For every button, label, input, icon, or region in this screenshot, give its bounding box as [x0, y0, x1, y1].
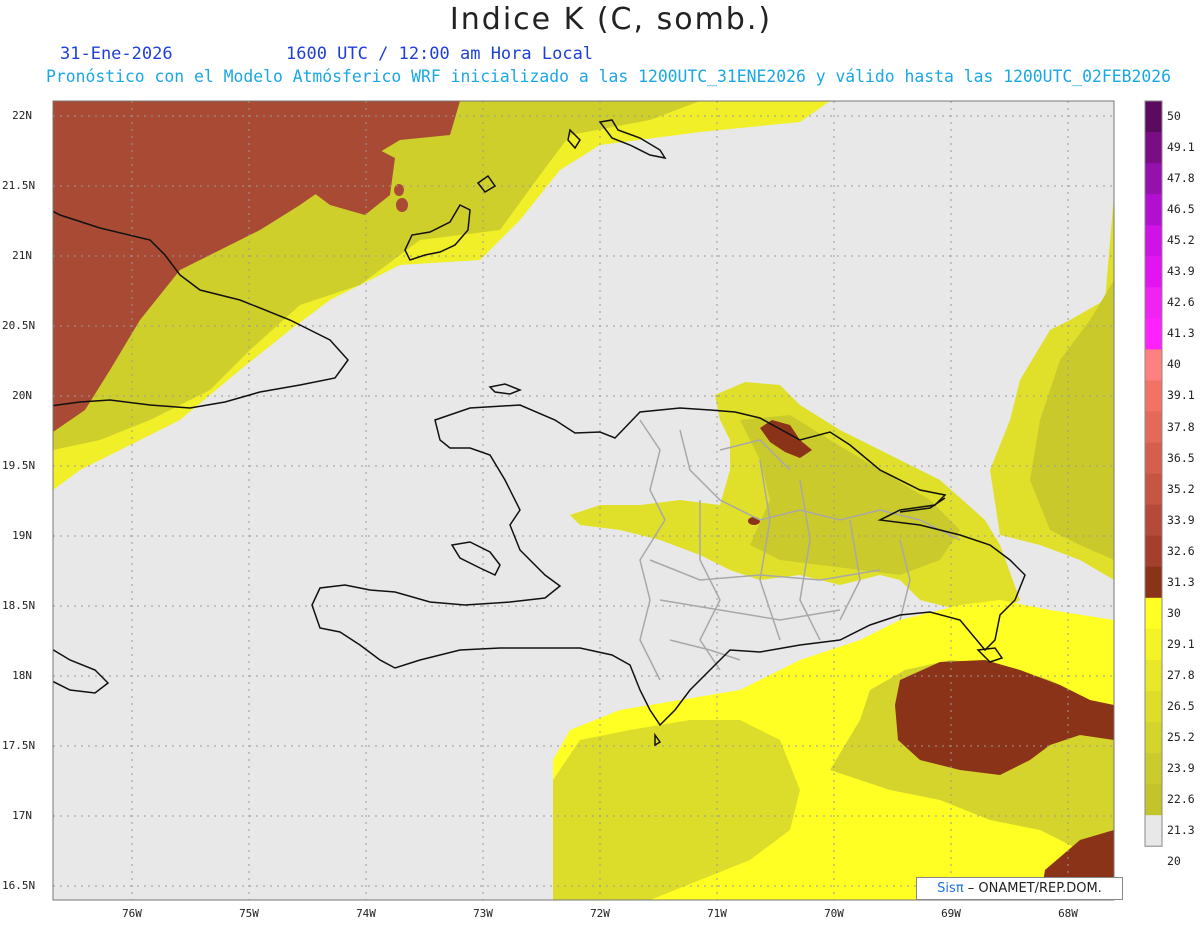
colorbar-swatch: [1145, 318, 1162, 350]
colorbar-label: 46.5: [1167, 202, 1195, 217]
colorbar-swatch: [1145, 535, 1162, 568]
colorbar-label: 32.6: [1167, 543, 1195, 558]
colorbar-label: 30: [1167, 605, 1181, 620]
lat-label: 20N: [12, 389, 32, 402]
colorbar-swatch: [1145, 722, 1162, 754]
colorbar-label: 33.9: [1167, 512, 1195, 527]
colorbar-label: 43.9: [1167, 264, 1195, 279]
colorbar-swatch: [1145, 815, 1162, 847]
colorbar-swatch: [1145, 442, 1162, 475]
colorbar-label: 31.3: [1167, 574, 1195, 589]
colorbar-label: 20: [1167, 854, 1181, 869]
colorbar-swatch: [1145, 690, 1162, 723]
colorbar: [1144, 100, 1163, 847]
lon-label: 71W: [707, 907, 727, 920]
colorbar-swatch: [1145, 473, 1162, 506]
colorbar-swatch: [1145, 101, 1162, 133]
colorbar-swatch: [1145, 504, 1162, 537]
lon-label: 72W: [590, 907, 610, 920]
colorbar-label: 49.1: [1167, 140, 1195, 155]
colorbar-swatch: [1145, 411, 1162, 444]
colorbar-label: 23.9: [1167, 761, 1195, 776]
colorbar-label: 45.2: [1167, 233, 1195, 248]
lat-label: 20.5N: [2, 319, 36, 332]
colorbar-swatch: [1145, 225, 1162, 257]
colorbar-label: 42.6: [1167, 295, 1195, 310]
colorbar-label: 39.1: [1167, 388, 1195, 403]
colorbar-swatch: [1145, 194, 1162, 226]
colorbar-label: 21.3: [1167, 823, 1195, 838]
credit-text: – ONAMET/REP.DOM.: [967, 881, 1102, 896]
lon-label: 69W: [941, 907, 961, 920]
colorbar-label: 36.5: [1167, 450, 1195, 465]
colorbar-swatch: [1145, 628, 1162, 661]
colorbar-label: 41.3: [1167, 326, 1195, 341]
colorbar-swatch: [1145, 566, 1162, 599]
lon-label: 73W: [473, 907, 493, 920]
lat-label: 16.5N: [2, 879, 36, 892]
lat-label: 19.5N: [2, 459, 36, 472]
colorbar-swatch: [1145, 597, 1162, 630]
colorbar-swatch: [1145, 784, 1162, 816]
colorbar-label: 40: [1167, 357, 1181, 372]
colorbar-swatch: [1145, 380, 1162, 412]
credit-box: Sisπ – ONAMET/REP.DOM.: [916, 877, 1123, 900]
colorbar-label: 27.8: [1167, 667, 1195, 682]
colorbar-swatch: [1145, 659, 1162, 692]
colorbar-label: 35.2: [1167, 481, 1195, 496]
map-canvas: [52, 100, 1163, 901]
lat-label: 21.5N: [2, 179, 36, 192]
lon-label: 75W: [239, 907, 259, 920]
sispi-logo: Sisπ: [937, 881, 964, 896]
colorbar-label: 37.8: [1167, 419, 1195, 434]
lat-label: 18.5N: [2, 599, 36, 612]
colorbar-label: 26.5: [1167, 698, 1195, 713]
colorbar-label: 29.1: [1167, 636, 1195, 651]
colorbar-label: 25.2: [1167, 730, 1195, 744]
lon-label: 76W: [122, 907, 142, 920]
lon-label: 70W: [824, 907, 844, 920]
lat-label: 21N: [12, 249, 32, 262]
lat-label: 22N: [12, 109, 32, 122]
lat-label: 17.5N: [2, 739, 36, 752]
colorbar-swatch: [1145, 132, 1162, 164]
lon-label: 68W: [1058, 907, 1078, 920]
colorbar-swatch: [1145, 287, 1162, 319]
colorbar-label: 22.6: [1167, 792, 1195, 807]
colorbar-swatch: [1145, 163, 1162, 195]
lat-label: 18N: [12, 669, 32, 682]
colorbar-swatch: [1145, 256, 1162, 288]
colorbar-label: 47.8: [1167, 171, 1195, 186]
colorbar-swatch: [1145, 349, 1162, 381]
lat-label: 19N: [12, 529, 32, 542]
colorbar-swatch: [1145, 753, 1162, 785]
colorbar-label: 50: [1167, 109, 1181, 123]
lat-label: 17N: [12, 809, 32, 822]
lon-label: 74W: [356, 907, 376, 920]
